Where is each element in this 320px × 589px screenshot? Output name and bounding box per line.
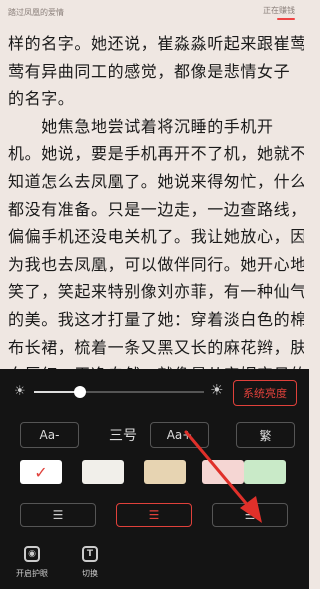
background-swatch[interactable]: ✓ [20,460,62,484]
text-line: 为我也去凤凰，可以做伴同行。她开心地 [8,254,304,274]
switch-button[interactable]: T 切换 [82,546,98,579]
spacing-medium-button[interactable]: ☰ [116,503,192,527]
text-line: 她焦急地尝试着将沉睡的手机开 [8,116,274,136]
text-line: 莺有异曲同工的感觉，都像是悲情女子 [8,61,291,81]
spacing-loose-button[interactable]: ☰ [212,503,288,527]
text-line: 布长裙，梳着一条又黑又长的麻花辫，肤 [8,337,304,357]
reading-content: 样的名字。她还说，崔淼淼听起来跟崔莺 莺有异曲同工的感觉，都像是悲情女子 的名字。 … [8,30,304,389]
background-swatch[interactable] [244,460,286,484]
brightness-slider[interactable] [34,386,204,398]
reader-header: 踏过凤凰的爱情 正在赚钱 [0,0,309,24]
switch-label: 切换 [82,569,98,578]
text-line: 知道怎么去凤凰了。她说来得匆忙，什么 [8,171,304,191]
text-icon: T [82,546,98,562]
spacing-compact-button[interactable]: ☰ [20,503,96,527]
background-swatch[interactable] [82,460,124,484]
font-increase-button[interactable]: Aa+ [150,422,209,448]
text-line: 偏偏手机还没电关机了。我让她放心，因 [8,227,304,247]
text-line: 样的名字。她还说，崔淼淼听起来跟崔莺 [8,34,304,53]
text-line: 的名字。 [8,89,75,109]
earning-status: 正在赚钱 [263,5,295,15]
check-icon: ✓ [34,462,48,482]
text-line: 机。她说，要是手机再开不了机，她就不 [8,144,304,164]
brightness-low-icon: ☀ [14,384,26,399]
text-line: 的美。我这才打量了她：穿着淡白色的棉 [8,309,304,329]
font-size-label: 三号 [109,428,137,444]
background-swatch[interactable] [144,460,186,484]
reading-settings-panel: ☀ ☀ 系统亮度 Aa- 三号 Aa+ 繁 ✓ ☰ ☰ ☰ ◉ 开启护眼 T 切… [0,369,309,589]
text-line: 笑了，笑起来特别像刘亦菲，有一种仙气 [8,282,304,302]
system-brightness-button[interactable]: 系统亮度 [233,380,297,406]
earning-progress [277,17,295,20]
font-decrease-button[interactable]: Aa- [20,422,79,448]
background-swatch[interactable] [202,460,244,484]
eye-protection-label: 开启护眼 [16,569,48,578]
eye-protection-button[interactable]: ◉ 开启护眼 [16,546,48,579]
book-title: 踏过凤凰的爱情 [8,7,64,17]
brightness-high-icon: ☀ [210,381,224,399]
text-line: 都没有准备。只是一边走，一边查路线， [8,199,304,219]
traditional-chinese-button[interactable]: 繁 [236,422,295,448]
brightness-slider-knob[interactable] [73,386,86,398]
shield-eye-icon: ◉ [24,546,40,562]
